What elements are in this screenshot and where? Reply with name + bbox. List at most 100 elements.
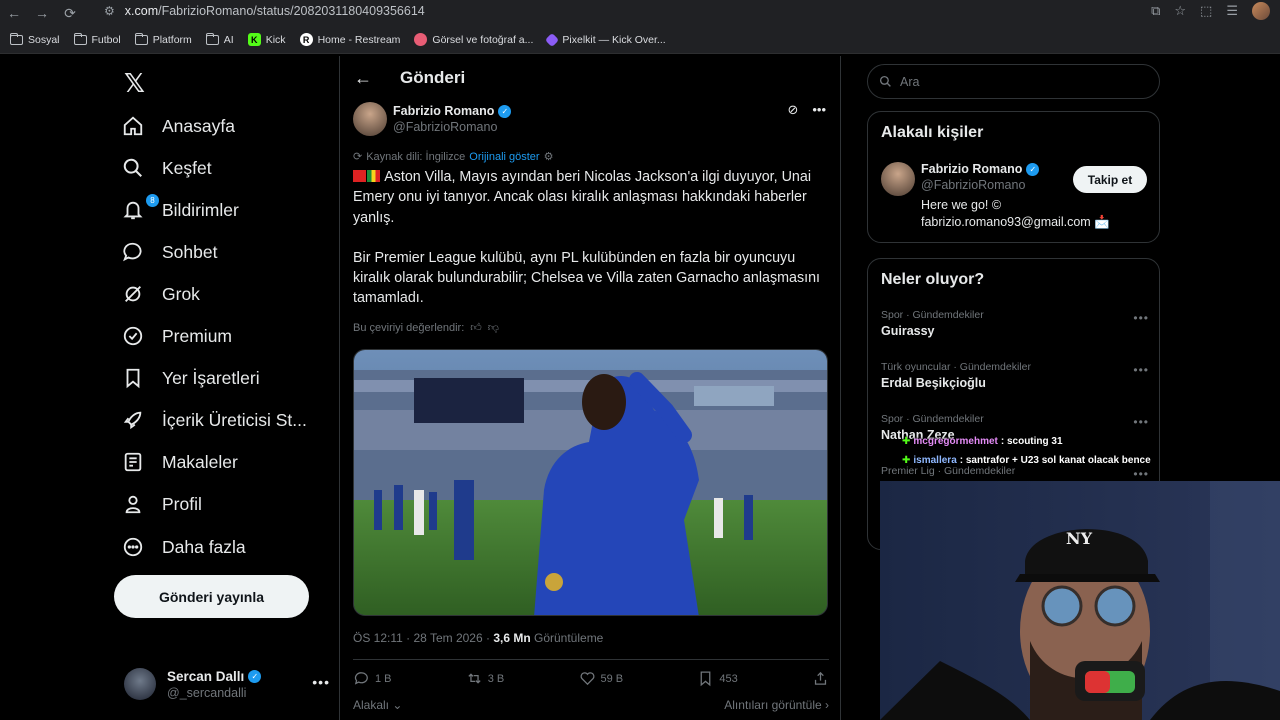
bookmark-pixelkit[interactable]: Pixelkit — Kick Over... xyxy=(545,32,666,47)
bookmark-button[interactable]: 453 xyxy=(697,670,738,687)
avatar xyxy=(124,668,156,700)
media-icon[interactable]: ☰ xyxy=(1226,3,1238,19)
chevron-down-icon: ⌄ xyxy=(392,698,403,712)
search-icon xyxy=(879,75,891,87)
verified-badge-icon: ✓ xyxy=(248,669,262,683)
search-placeholder: Ara xyxy=(900,74,920,89)
bookmark-icon xyxy=(700,671,711,687)
tweet-author[interactable]: Fabrizio Romano ✓ @FabrizioRomano xyxy=(353,101,512,137)
bookmark-gorsel[interactable]: Görsel ve fotoğraf a... xyxy=(414,33,533,46)
rocket-icon xyxy=(122,409,144,431)
browser-toolbar: ← → ⟳ ⚙ x.com/FabrizioRomano/status/2082… xyxy=(0,0,1280,26)
avatar[interactable] xyxy=(881,162,915,196)
thumbs-down-icon[interactable]: 👎︎ xyxy=(488,321,499,334)
thumbs-up-icon[interactable]: 👍︎ xyxy=(470,321,482,334)
more-options-icon[interactable]: ••• xyxy=(1133,311,1149,325)
show-original-link[interactable]: Orijinali göster xyxy=(469,151,539,163)
sort-relevant-dropdown[interactable]: Alakalı ⌄ xyxy=(353,698,402,712)
flag-icon xyxy=(367,170,380,182)
install-app-icon[interactable]: ⧉ xyxy=(1151,3,1160,19)
view-quotes-link[interactable]: Alıntıları görüntüle › xyxy=(724,698,829,712)
chat-text: : santrafor + U23 sol kanat olacak bence xyxy=(959,455,1151,466)
bookmark-platform[interactable]: Platform xyxy=(134,32,192,46)
address-bar[interactable]: ⚙ x.com/FabrizioRomano/status/2082031180… xyxy=(104,0,425,22)
tweet-paragraph-1: Aston Villa, Mayıs ayından beri Nicolas … xyxy=(353,169,812,226)
repost-button[interactable]: 3 B xyxy=(466,670,504,687)
share-button[interactable] xyxy=(812,670,829,687)
bookmark-sosyal[interactable]: Sosyal xyxy=(10,32,60,46)
sidebar-item-premium[interactable]: Premium xyxy=(122,316,232,356)
more-options-icon[interactable]: ••• xyxy=(1133,363,1149,377)
notification-badge: 8 xyxy=(146,194,159,207)
browser-profile-avatar[interactable] xyxy=(1252,2,1270,20)
x-logo-icon[interactable]: 𝕏 xyxy=(124,68,145,99)
webcam-overlay: NY xyxy=(880,481,1280,720)
sidebar-item-chat[interactable]: Sohbet xyxy=(122,232,217,272)
bookmark-futbol[interactable]: Futbol xyxy=(73,32,121,46)
reload-icon[interactable]: ⟳ xyxy=(56,0,84,26)
divider xyxy=(353,659,829,660)
sidebar-item-bookmarks[interactable]: Yer İşaretleri xyxy=(122,358,260,398)
trend-item[interactable]: Spor · Gündemdekiler Guirassy ••• xyxy=(881,309,1149,338)
more-options-icon[interactable]: ••• xyxy=(312,674,330,690)
kick-icon: K xyxy=(247,33,261,46)
post-button[interactable]: Gönderi yayınla xyxy=(114,575,309,618)
repost-icon xyxy=(468,673,481,684)
view-count: 3,6 Mn xyxy=(493,631,531,645)
related-people-panel: Alakalı kişiler Fabrizio Romano ✓ @Fabriz… xyxy=(867,111,1160,243)
bookmark-restream[interactable]: R Home - Restream xyxy=(299,33,400,46)
back-arrow-icon[interactable]: ← xyxy=(0,0,28,26)
chat-text: : scouting 31 xyxy=(1000,436,1063,447)
sidebar-item-notifications[interactable]: 8 Bildirimler xyxy=(122,190,239,230)
flag-icon xyxy=(353,170,366,182)
sidebar-item-articles[interactable]: Makaleler xyxy=(122,442,238,482)
settings-gear-icon[interactable]: ⚙ xyxy=(544,150,554,163)
chat-message: ✚ ismallera: santrafor + U23 sol kanat o… xyxy=(902,455,1151,466)
folder-icon xyxy=(10,32,23,45)
sidebar-item-profile[interactable]: Profil xyxy=(122,484,202,524)
more-options-icon[interactable]: ••• xyxy=(1133,467,1149,481)
grok-icon[interactable]: ⊘ xyxy=(787,102,798,118)
star-icon[interactable]: ☆ xyxy=(1174,3,1186,19)
sidebar-item-grok[interactable]: Grok xyxy=(122,274,200,314)
trend-item[interactable]: Premier Lig · Gündemdekiler ••• xyxy=(881,465,1149,481)
pixelkit-icon xyxy=(545,32,560,47)
url-path: /FabrizioRomano/status/20820311804093566… xyxy=(158,4,425,18)
main-header: ← Gönderi xyxy=(340,56,840,100)
extensions-icon[interactable]: ⬚ xyxy=(1200,3,1212,19)
sidebar-item-creator-studio[interactable]: İçerik Üreticisi St... xyxy=(122,400,307,440)
account-switcher[interactable]: Sercan Dallı ✓ @_sercandalli ••• xyxy=(124,664,330,704)
folder-icon xyxy=(73,32,87,45)
follow-button[interactable]: Takip et xyxy=(1073,166,1147,193)
sidebar-item-more[interactable]: Daha fazla xyxy=(122,527,246,567)
author-handle[interactable]: @FabrizioRomano xyxy=(393,120,511,134)
trend-item[interactable]: Türk oyuncular · Gündemdekiler Erdal Beş… xyxy=(881,361,1149,390)
more-options-icon[interactable]: ••• xyxy=(1133,415,1149,429)
chevron-right-icon: › xyxy=(825,698,829,712)
tweet-timestamp[interactable]: ÖS 12:11 · 28 Tem 2026 · xyxy=(353,631,493,645)
chat-username: ismallera xyxy=(913,455,957,466)
bell-icon xyxy=(122,199,144,221)
sidebar-item-home[interactable]: Anasayfa xyxy=(122,106,235,146)
author-name[interactable]: Fabrizio Romano xyxy=(393,104,494,118)
author-avatar[interactable] xyxy=(353,102,387,136)
bookmark-kick[interactable]: K Kick xyxy=(247,33,286,46)
like-button[interactable]: 59 B xyxy=(579,670,623,687)
main-column: ← Gönderi Fabrizio Romano ✓ @FabrizioRoma… xyxy=(339,56,841,720)
home-icon xyxy=(122,115,144,137)
bookmark-ai[interactable]: AI xyxy=(205,32,234,46)
back-arrow-icon[interactable]: ← xyxy=(354,68,374,89)
forward-arrow-icon[interactable]: → xyxy=(28,0,56,26)
sidebar-item-explore[interactable]: Keşfet xyxy=(122,148,212,188)
site-info-icon[interactable]: ⚙ xyxy=(104,4,115,18)
tweet-more-icon[interactable]: ••• xyxy=(812,102,826,118)
heart-icon xyxy=(580,672,594,686)
tweet-photo[interactable] xyxy=(353,349,828,616)
search-input[interactable]: Ara xyxy=(867,64,1160,99)
related-user-name[interactable]: Fabrizio Romano xyxy=(921,162,1022,176)
view-label: Görüntüleme xyxy=(530,631,604,645)
engagement-bar: 1 B 3 B 59 B 453 xyxy=(353,670,829,687)
account-name: Sercan Dallı xyxy=(167,668,245,684)
reply-button[interactable]: 1 B xyxy=(353,670,392,687)
reply-icon xyxy=(354,672,368,685)
